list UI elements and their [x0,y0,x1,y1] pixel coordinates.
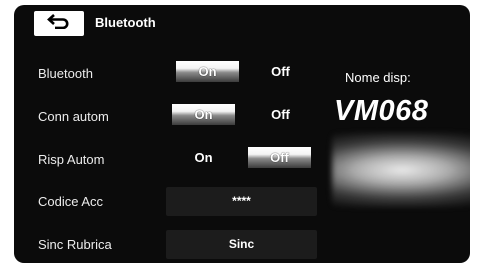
conn-autom-off-button[interactable]: Off [249,104,312,125]
light-glare [332,133,470,207]
conn-autom-label: Conn autom [38,109,109,124]
page-title: Bluetooth [95,15,156,30]
device-name-label: Nome disp: [345,70,411,85]
header-bar: Bluetooth [14,5,470,41]
risp-autom-label: Risp Autom [38,152,105,167]
bluetooth-off-button[interactable]: Off [249,61,312,82]
risp-autom-on-button[interactable]: On [172,147,235,168]
passcode-button[interactable]: **** [166,187,317,216]
codice-acc-label: Codice Acc [38,194,104,209]
back-arrow-icon [47,13,71,34]
risp-autom-off-button[interactable]: Off [248,147,311,168]
bluetooth-label: Bluetooth [38,66,93,81]
bluetooth-settings-screen: Bluetooth Bluetooth On Off Conn autom On… [14,5,470,263]
device-name-value: VM068 [334,95,429,127]
bluetooth-on-button[interactable]: On [176,61,239,82]
back-button[interactable] [34,11,84,36]
conn-autom-on-button[interactable]: On [172,104,235,125]
sync-phonebook-button[interactable]: Sinc [166,230,317,259]
sinc-rubrica-label: Sinc Rubrica [38,237,112,252]
